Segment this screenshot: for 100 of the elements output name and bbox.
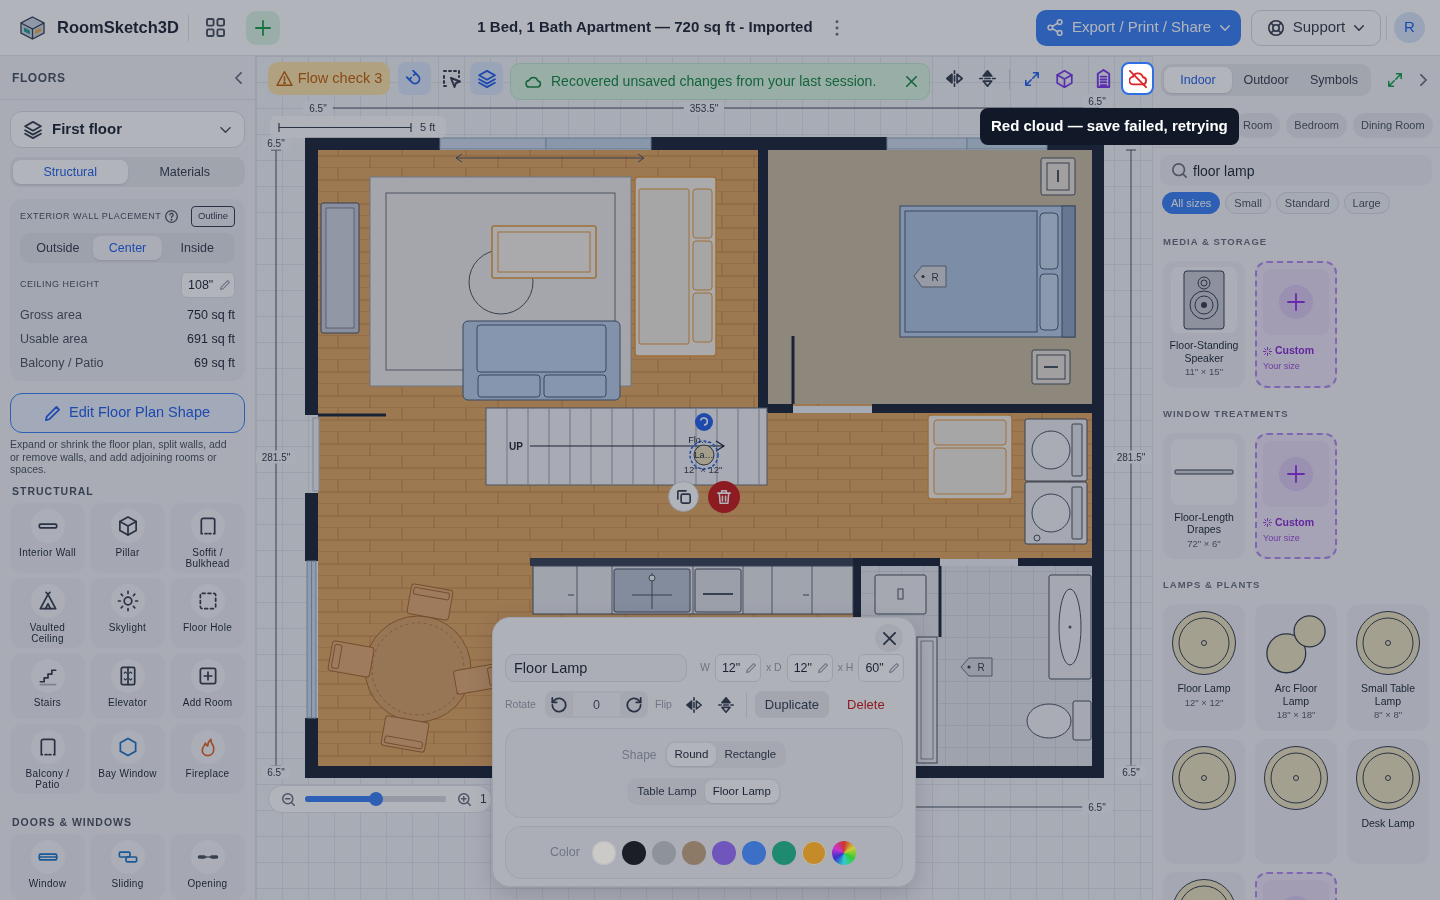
toolbar-button[interactable]	[470, 62, 503, 95]
segment-option[interactable]: Outdoor	[1232, 67, 1300, 93]
category-chip[interactable]: Dining Room	[1353, 113, 1433, 138]
rotation-field[interactable]: 0	[572, 693, 620, 716]
tool-button[interactable]: Floor Hole	[170, 577, 245, 648]
category-chip[interactable]: Bedroom	[1286, 113, 1347, 138]
product-card[interactable]	[1163, 738, 1245, 864]
segment-option[interactable]: Structural	[13, 160, 128, 184]
tool-button[interactable]: Sliding	[90, 833, 165, 900]
tool-button[interactable]: Opening	[170, 833, 245, 900]
swatch-icon[interactable]	[711, 840, 736, 865]
section-heading: WINDOW TREATMENTS	[1163, 406, 1290, 421]
help-icon	[165, 210, 179, 223]
segment-option[interactable]: Inside	[162, 236, 232, 260]
custom-label: Custom	[1275, 514, 1315, 530]
duplicate-button[interactable]: Duplicate	[754, 691, 830, 718]
tool-button[interactable]: Vaulted Ceiling	[10, 577, 85, 648]
dimension-field[interactable]: 12"	[786, 654, 833, 682]
tool-button[interactable]: Window	[10, 833, 85, 900]
dimension-label: 6.5"	[1116, 765, 1146, 779]
segment-option[interactable]: Symbols	[1300, 67, 1368, 93]
tool-button[interactable]: Skylight	[90, 577, 165, 648]
cube-icon	[110, 508, 145, 543]
area-value: 691 sq ft	[187, 331, 235, 348]
sun-icon	[110, 583, 145, 618]
close-button[interactable]	[906, 76, 917, 87]
tool-button[interactable]: Fireplace	[170, 723, 245, 794]
product-card[interactable]: Desk Lamp	[1347, 738, 1429, 864]
dashboard-button[interactable]	[205, 18, 225, 37]
custom-size-card[interactable]: Custom Your size	[1255, 261, 1337, 388]
dotted-frame-icon	[30, 729, 65, 764]
product-card[interactable]	[1255, 738, 1337, 864]
more-button[interactable]	[834, 19, 839, 36]
segment-option[interactable]: Materials	[127, 160, 242, 184]
more-icon	[834, 19, 839, 36]
segment-option[interactable]: Indoor	[1164, 67, 1232, 93]
swatch-icon[interactable]	[591, 840, 616, 865]
edit-shape-button[interactable]: Edit Floor Plan Shape	[10, 393, 245, 433]
tool-button[interactable]: Add Room	[170, 652, 245, 719]
add-button[interactable]	[245, 10, 280, 45]
size-filter-chip[interactable]: Small	[1225, 192, 1271, 214]
swatch-icon[interactable]	[771, 840, 796, 865]
close-button[interactable]	[875, 624, 903, 652]
tool-button[interactable]: Soffit / Bulkhead	[170, 502, 245, 573]
tool-button[interactable]: Elevator	[90, 652, 165, 719]
tool-button[interactable]: Bay Window	[90, 723, 165, 794]
swatch-icon[interactable]	[681, 840, 706, 865]
expand-icon	[1024, 71, 1039, 86]
swatch-icon[interactable]	[801, 840, 826, 865]
product-card[interactable]: Floor-Standing Speaker 11" × 15"	[1163, 261, 1245, 388]
tool-button[interactable]: Balcony / Patio	[10, 723, 85, 794]
segment-option[interactable]: Floor Lamp	[704, 780, 779, 803]
swatch-icon[interactable]	[741, 840, 766, 865]
door-leaf	[791, 336, 795, 404]
expand-button[interactable]	[1388, 73, 1402, 87]
product-card[interactable]: Arc Floor Lamp 18" × 18"	[1255, 604, 1337, 731]
segment-option[interactable]: Center	[92, 236, 163, 260]
product-card[interactable]: Floor-Length Drapes 72" × 6"	[1163, 432, 1245, 559]
area-value: 69 sq ft	[194, 355, 235, 372]
size-filter-chip[interactable]: Standard	[1275, 192, 1339, 214]
segment-option[interactable]: Table Lamp	[629, 780, 705, 803]
tool-button[interactable]: Pillar	[90, 502, 165, 573]
support-button[interactable]: Support	[1251, 9, 1381, 46]
tool-button[interactable]: Interior Wall	[10, 502, 85, 573]
field-label: Flip	[654, 696, 672, 712]
save-status-button[interactable]	[1121, 62, 1154, 95]
rotate-handle[interactable]	[695, 413, 713, 431]
dimension-label: 281.5"	[1110, 450, 1152, 464]
dimension-field[interactable]: 12"	[714, 654, 761, 682]
dimension-field[interactable]: 60"	[858, 654, 905, 682]
segment-option[interactable]: Outside	[23, 236, 93, 260]
custom-size-card[interactable]: Custom Your size	[1255, 432, 1337, 559]
floor-dropdown[interactable]: First floor	[10, 111, 245, 148]
segment-option[interactable]: Round	[666, 743, 717, 766]
search-field[interactable]: floor lamp	[1160, 155, 1432, 186]
dining-chair	[327, 640, 375, 678]
swatch-icon[interactable]	[651, 840, 676, 865]
name-field[interactable]: Floor Lamp	[505, 654, 687, 682]
segment-option[interactable]: Rectangle	[716, 743, 785, 766]
delete-button[interactable]: Delete	[837, 691, 895, 718]
product-card[interactable]: Small Table Lamp 8" × 8"	[1347, 604, 1429, 731]
tool-button[interactable]: Stairs	[10, 652, 85, 719]
expand-icon	[1388, 73, 1402, 87]
outline-button[interactable]: Outline	[190, 206, 235, 227]
lifebuoy-icon	[1267, 19, 1284, 36]
toolbar-button[interactable]	[398, 62, 431, 95]
color-wheel-icon[interactable]	[831, 840, 856, 865]
slider-thumb[interactable]	[368, 792, 383, 806]
cabinet	[874, 574, 927, 615]
cloud-off-icon	[1128, 69, 1147, 88]
swatch-icon[interactable]	[621, 840, 646, 865]
ceiling-height-field[interactable]: 108"	[181, 272, 235, 298]
collapse-button[interactable]	[235, 71, 242, 84]
size-filter-chip[interactable]: Large	[1343, 192, 1390, 214]
opening-icon	[190, 839, 225, 874]
flame-icon	[190, 729, 225, 764]
product-card[interactable]: Floor Lamp 12" × 12"	[1163, 604, 1245, 731]
grid-icon	[205, 18, 225, 37]
scale-label: 5 ft	[420, 119, 436, 135]
next-button[interactable]	[1420, 74, 1427, 86]
